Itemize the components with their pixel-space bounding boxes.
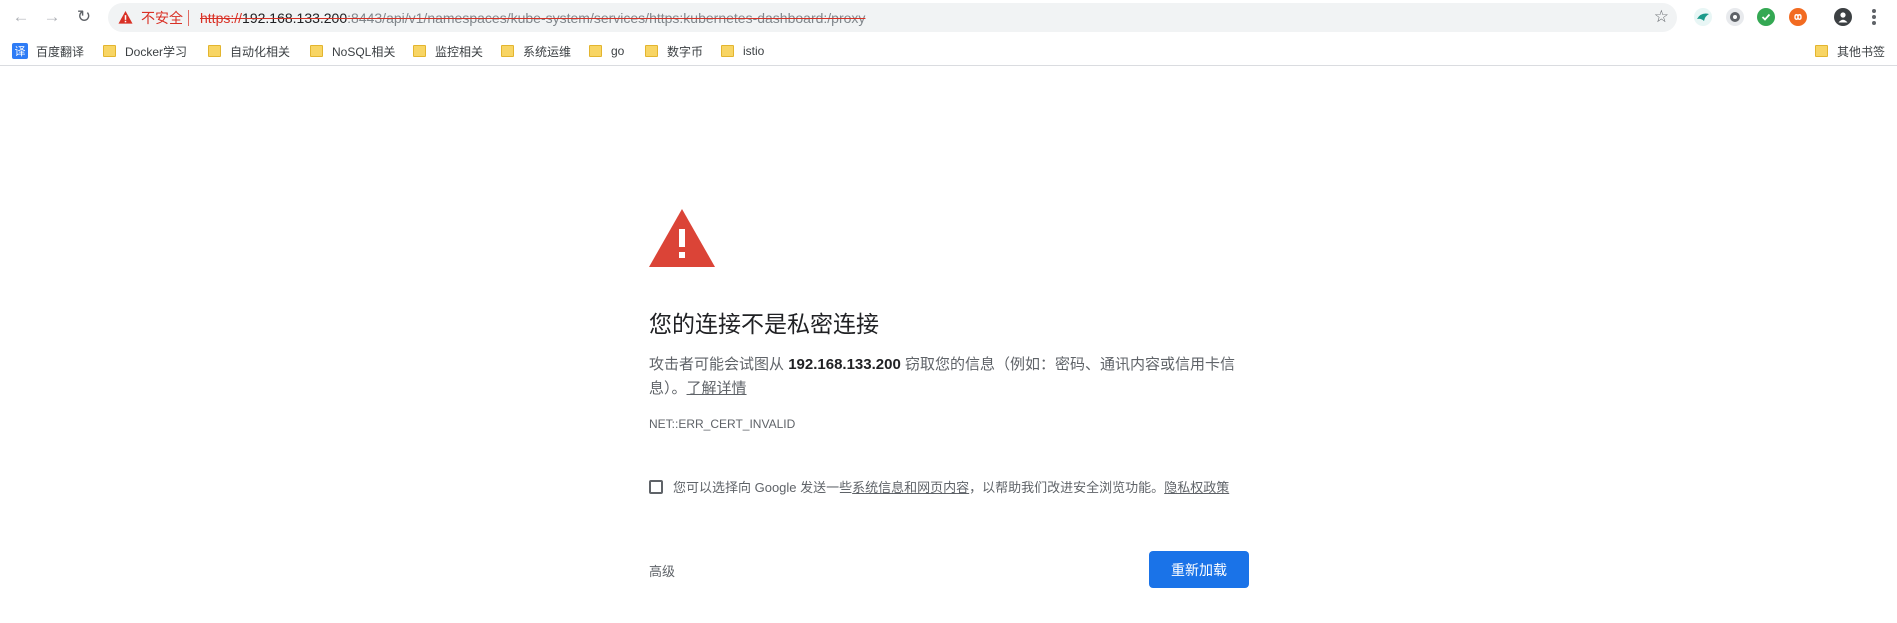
check-icon — [1761, 13, 1771, 21]
folder-icon — [645, 45, 658, 57]
bookmark-folder-monitoring[interactable]: 监控相关 — [413, 42, 483, 60]
bookmark-label: 系统运维 — [523, 44, 572, 59]
bookmark-folder-crypto[interactable]: 数字币 — [645, 42, 703, 60]
bookmark-folder-nosql[interactable]: NoSQL相关 — [310, 42, 395, 60]
bookmark-label: 百度翻译 — [36, 44, 85, 59]
bookmark-folder-other[interactable]: 其他书签 — [1815, 42, 1885, 60]
target-host: 192.168.133.200 — [788, 356, 901, 373]
bookmarks-bar: 译 百度翻译 Docker学习 自动化相关 NoSQL相关 监控相关 系统运维 … — [0, 34, 1897, 66]
bookmark-folder-docker[interactable]: Docker学习 — [103, 42, 187, 60]
learn-more-link[interactable]: 了解详情 — [687, 380, 747, 397]
privacy-policy-link[interactable]: 隐私权政策 — [1164, 477, 1229, 496]
reload-icon: ↻ — [76, 7, 92, 26]
folder-icon — [208, 45, 221, 57]
url-path: :8443/api/v1/namespaces/kube-system/serv… — [347, 10, 866, 26]
safe-browsing-optin: 您可以选择向 Google 发送一些 系统信息和网页内容 ，以帮助我们改进安全浏览功… — [649, 477, 1229, 496]
bird-icon — [1697, 13, 1709, 21]
bookmark-label: go — [611, 44, 625, 58]
infinity-icon — [1794, 14, 1802, 20]
translate-icon: 译 — [12, 43, 28, 59]
folder-icon — [310, 45, 323, 57]
extension-icon[interactable] — [1726, 8, 1744, 26]
omnibox-divider — [188, 10, 189, 26]
warning-icon[interactable] — [118, 10, 133, 25]
eye-icon — [1730, 12, 1740, 22]
back-arrow-icon: ← — [12, 7, 30, 26]
bookmark-label: NoSQL相关 — [332, 44, 396, 59]
bookmark-label: 数字币 — [667, 44, 704, 59]
not-secure-label[interactable]: 不安全 — [141, 10, 183, 26]
folder-icon — [103, 45, 116, 57]
bookmark-label: Docker学习 — [125, 44, 188, 59]
reload-page-button[interactable]: 重新加载 — [1149, 551, 1249, 588]
optin-prefix: 您可以选择向 Google 发送一些 — [673, 480, 853, 495]
url-text[interactable]: https://192.168.133.200:8443/api/v1/name… — [200, 10, 865, 26]
folder-icon — [1815, 45, 1828, 57]
page-title: 您的连接不是私密连接 — [649, 311, 879, 337]
person-icon — [1838, 12, 1848, 23]
back-button[interactable]: ← — [9, 5, 33, 29]
bookmark-label: istio — [743, 44, 765, 58]
bookmark-star-icon[interactable]: ☆ — [1654, 7, 1669, 27]
forward-button[interactable]: → — [40, 5, 64, 29]
reload-button[interactable]: ↻ — [72, 5, 96, 29]
bookmark-folder-ops[interactable]: 系统运维 — [501, 42, 571, 60]
forward-arrow-icon: → — [43, 7, 61, 26]
bookmark-label: 其他书签 — [1837, 44, 1886, 59]
advanced-button[interactable]: 高级 — [649, 561, 675, 580]
bookmark-folder-istio[interactable]: istio — [721, 42, 764, 60]
optin-middle: ，以帮助我们改进安全浏览功能。 — [969, 480, 1165, 495]
bookmark-label: 自动化相关 — [230, 44, 291, 59]
browser-menu-button[interactable] — [1871, 7, 1877, 27]
explanation-prefix: 攻击者可能会试图从 — [649, 356, 785, 373]
url-host: 192.168.133.200 — [242, 10, 348, 26]
browser-toolbar: ← → ↻ 不安全 https://192.168.133.200:8443/a… — [0, 0, 1897, 34]
error-code[interactable]: NET::ERR_CERT_INVALID — [649, 417, 795, 431]
bookmark-label: 监控相关 — [435, 44, 484, 59]
system-info-link[interactable]: 系统信息和网页内容 — [852, 477, 969, 496]
alert-triangle-icon — [649, 209, 715, 267]
bookmark-folder-automation[interactable]: 自动化相关 — [208, 42, 290, 60]
bookmark-baidu-translate[interactable]: 译 百度翻译 — [12, 42, 84, 60]
folder-icon — [589, 45, 602, 57]
folder-icon — [413, 45, 426, 57]
extension-icon[interactable] — [1789, 8, 1807, 26]
folder-icon — [721, 45, 734, 57]
shield-check-icon[interactable] — [1757, 8, 1775, 26]
address-bar[interactable]: 不安全 https://192.168.133.200:8443/api/v1/… — [108, 3, 1677, 32]
profile-avatar-icon[interactable] — [1834, 8, 1852, 26]
folder-icon — [501, 45, 514, 57]
url-scheme: https:// — [200, 10, 243, 26]
optin-checkbox[interactable] — [649, 479, 663, 494]
bookmark-folder-go[interactable]: go — [589, 42, 624, 60]
security-explanation: 攻击者可能会试图从 192.168.133.200 窃取您的信息（例如：密码、通… — [649, 353, 1249, 401]
extension-icon[interactable] — [1694, 8, 1712, 26]
